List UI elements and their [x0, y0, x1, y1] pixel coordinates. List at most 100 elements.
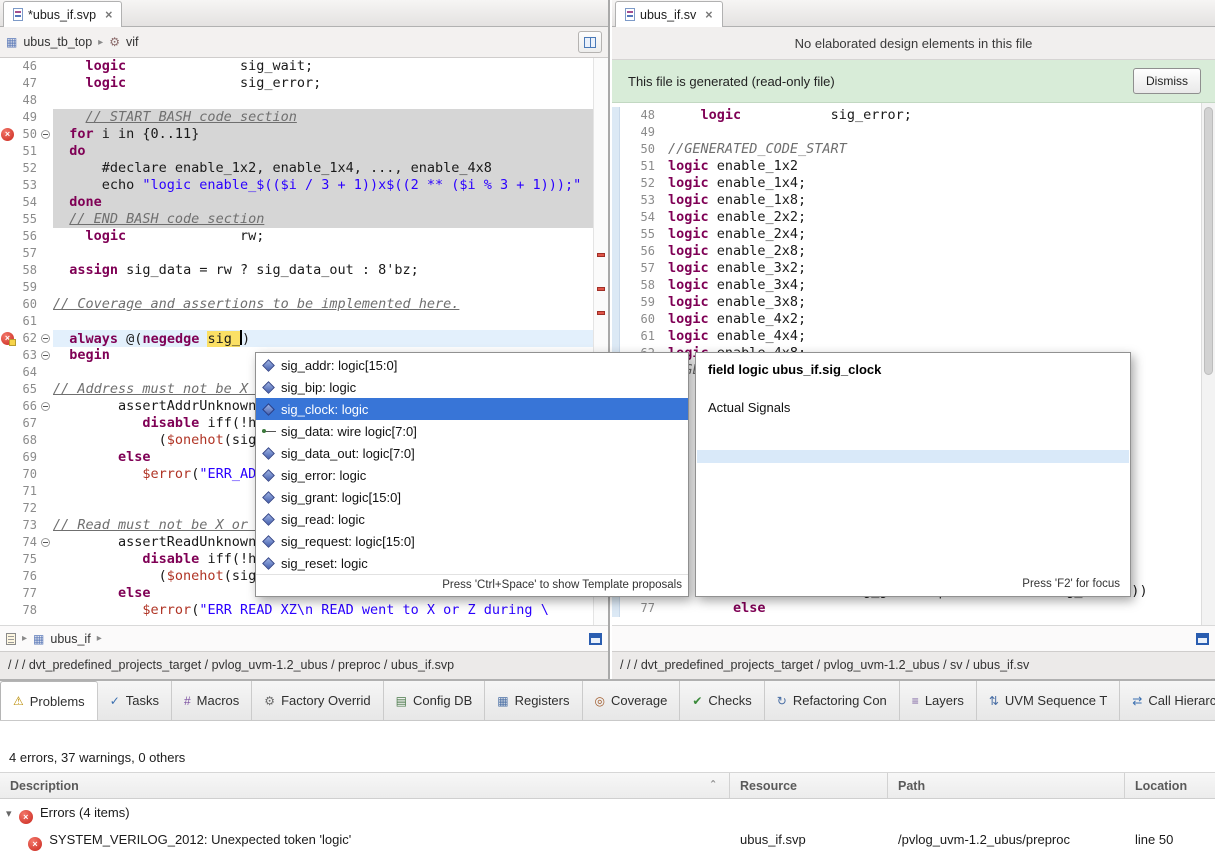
bottom-tab-refactoring-console[interactable]: ↻Refactoring Con [765, 681, 900, 720]
tab-close-icon[interactable]: × [705, 8, 712, 22]
completion-item[interactable]: sig_error: logic [256, 464, 688, 486]
column-description[interactable]: Description ˆ [0, 773, 730, 798]
bottom-tab-checks[interactable]: ✔Checks [680, 681, 764, 720]
code-line-49[interactable]: 49 // START BASH code section [0, 109, 608, 126]
completion-item[interactable]: sig_grant: logic[15:0] [256, 486, 688, 508]
code-line-54[interactable]: 54 done [0, 194, 608, 211]
code-line-47[interactable]: 47 logic sig_error; [0, 75, 608, 92]
code-line-52[interactable]: 52logic enable_1x4; [612, 175, 1215, 192]
expander-icon[interactable]: ▾ [6, 808, 12, 820]
bottom-tab-layers[interactable]: ≡Layers [900, 681, 977, 720]
bottom-tab-call-hierarchy[interactable]: ⇄Call Hierarchy [1120, 681, 1215, 720]
error-fix-marker[interactable]: × [1, 332, 14, 345]
code-line-51[interactable]: 51logic enable_1x2 [612, 158, 1215, 175]
column-path[interactable]: Path [888, 773, 1125, 798]
column-location[interactable]: Location [1125, 773, 1215, 798]
vertical-scrollbar[interactable] [1201, 103, 1215, 625]
completion-label: sig_data_out: logic[7:0] [281, 446, 415, 461]
annotation-column [0, 466, 16, 483]
code-line-48[interactable]: 48 [0, 92, 608, 109]
problems-group-row[interactable]: ▾ × Errors (4 items) [0, 799, 1215, 826]
dismiss-button[interactable]: Dismiss [1133, 68, 1201, 94]
tab-close-icon[interactable]: × [105, 8, 112, 22]
fold-collapse-icon[interactable] [41, 130, 50, 139]
autocomplete-list[interactable]: sig_addr: logic[15:0]sig_bip: logicsig_c… [256, 354, 688, 573]
code-line-55[interactable]: 55 // END BASH code section [0, 211, 608, 228]
split-editor-button[interactable] [578, 31, 602, 53]
code-segment: enable_1x2 [709, 158, 798, 174]
code-segment: i in {0..11} [94, 126, 200, 142]
code-line-51[interactable]: 51 do [0, 143, 608, 160]
error-marker[interactable]: × [1, 128, 14, 141]
bottom-tab-macros[interactable]: #Macros [172, 681, 252, 720]
fold-collapse-icon[interactable] [41, 351, 50, 360]
code-line-50[interactable]: 50//GENERATED_CODE_START [612, 141, 1215, 158]
code-line-46[interactable]: 46 logic sig_wait; [0, 58, 608, 75]
bottom-tab-config-db[interactable]: ▤Config DB [384, 681, 486, 720]
column-resource[interactable]: Resource [730, 773, 888, 798]
code-line-57[interactable]: 57 [0, 245, 608, 262]
module-icon: ▦ [33, 632, 44, 646]
code-line-49[interactable]: 49 [612, 124, 1215, 141]
completion-item[interactable]: sig_clock: logic [256, 398, 688, 420]
annotation-column [0, 602, 16, 619]
code-line-58[interactable]: 58logic enable_3x4; [612, 277, 1215, 294]
code-line-48[interactable]: 48 logic sig_error; [612, 107, 1215, 124]
tab-ubus-if-svp[interactable]: *ubus_if.svp × [3, 1, 122, 27]
completion-item[interactable]: sig_read: logic [256, 508, 688, 530]
code-line-60[interactable]: 60logic enable_4x2; [612, 311, 1215, 328]
bottom-tab-registers[interactable]: ▦Registers [485, 681, 582, 720]
scrollbar-thumb[interactable] [1204, 107, 1213, 375]
bottom-tab-factory-overrides[interactable]: ⚙Factory Overrid [252, 681, 383, 720]
line-number: 61 [16, 313, 40, 330]
maximize-icon[interactable] [1196, 633, 1209, 645]
overview-error-marker[interactable] [597, 253, 605, 257]
code-line-52[interactable]: 52 #declare enable_1x2, enable_1x4, ...,… [0, 160, 608, 177]
code-line-59[interactable]: 59logic enable_3x8; [612, 294, 1215, 311]
bottom-tab-tasks[interactable]: ✓Tasks [98, 681, 172, 720]
field-icon [262, 535, 275, 548]
breadcrumb-field[interactable]: vif [126, 35, 139, 49]
code-line-53[interactable]: 53logic enable_1x8; [612, 192, 1215, 209]
fold-collapse-icon[interactable] [41, 538, 50, 547]
code-line-50[interactable]: ×50 for i in {0..11} [0, 126, 608, 143]
bottom-tab-problems[interactable]: ⚠Problems [0, 681, 98, 720]
code-line-61[interactable]: 61logic enable_4x4; [612, 328, 1215, 345]
code-line-60[interactable]: 60// Coverage and assertions to be imple… [0, 296, 608, 313]
code-line-54[interactable]: 54logic enable_2x2; [612, 209, 1215, 226]
code-line-78[interactable]: 78 $error("ERR READ XZ\n READ went to X … [0, 602, 608, 619]
completion-item[interactable]: sig_addr: logic[15:0] [256, 354, 688, 376]
code-line-77[interactable]: 77 else [612, 600, 1215, 617]
code-line-57[interactable]: 57logic enable_3x2; [612, 260, 1215, 277]
overview-error-marker[interactable] [597, 311, 605, 315]
fold-collapse-icon[interactable] [41, 334, 50, 343]
breadcrumb-module[interactable]: ubus_tb_top [23, 35, 92, 49]
code-text: logic enable_2x8; [668, 243, 1215, 260]
code-line-61[interactable]: 61 [0, 313, 608, 330]
bottom-tab-coverage[interactable]: ◎Coverage [583, 681, 681, 720]
completion-item[interactable]: sig_reset: logic [256, 552, 688, 573]
bottom-tab-uvm-sequence-tree[interactable]: ⇅UVM Sequence T [977, 681, 1120, 720]
split-editor-icon [584, 37, 596, 48]
code-segment [126, 58, 240, 74]
code-line-58[interactable]: 58 assign sig_data = rw ? sig_data_out :… [0, 262, 608, 279]
code-line-56[interactable]: 56logic enable_2x8; [612, 243, 1215, 260]
completion-item[interactable]: sig_bip: logic [256, 376, 688, 398]
code-line-55[interactable]: 55logic enable_2x4; [612, 226, 1215, 243]
fold-column [658, 311, 668, 328]
fold-collapse-icon[interactable] [41, 402, 50, 411]
code-line-59[interactable]: 59 [0, 279, 608, 296]
completion-item[interactable]: sig_data: wire logic[7:0] [256, 420, 688, 442]
code-line-62[interactable]: ×62 always @(negedge sig_) [0, 330, 608, 347]
problems-item-row[interactable]: × SYSTEM_VERILOG_2012: Unexpected token … [0, 826, 1215, 852]
completion-item[interactable]: sig_data_out: logic[7:0] [256, 442, 688, 464]
overview-error-marker[interactable] [597, 287, 605, 291]
code-line-53[interactable]: 53 echo "logic enable_$(($i / 3 + 1))x$(… [0, 177, 608, 194]
line-number: 58 [16, 262, 40, 279]
problems-icon: ⚠ [13, 694, 24, 708]
completion-item[interactable]: sig_request: logic[15:0] [256, 530, 688, 552]
mini-breadcrumb-label[interactable]: ubus_if [50, 632, 90, 646]
maximize-icon[interactable] [589, 633, 602, 645]
code-line-56[interactable]: 56 logic rw; [0, 228, 608, 245]
tab-ubus-if-sv[interactable]: ubus_if.sv × [615, 1, 723, 27]
